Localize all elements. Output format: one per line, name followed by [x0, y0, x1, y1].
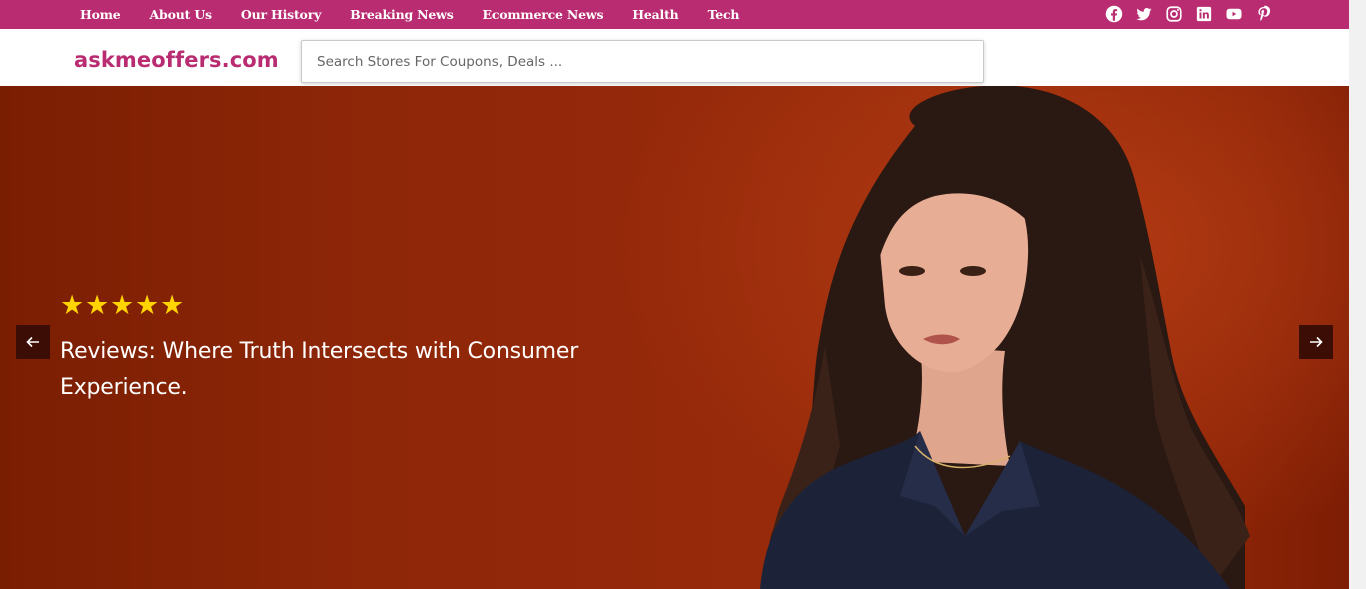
nav-breaking-news-link[interactable]: Breaking News: [350, 7, 454, 22]
hero-headline: Reviews: Where Truth Intersects with Con…: [60, 339, 579, 400]
nav-about-us-link[interactable]: About Us: [150, 7, 213, 22]
hero-portrait-image: [760, 86, 1250, 589]
nav-tech-link[interactable]: Tech: [708, 7, 740, 22]
site-logo[interactable]: askmeoffers.com: [74, 48, 279, 72]
slider-next-button[interactable]: [1299, 325, 1333, 359]
star-icon: ★: [110, 290, 135, 321]
slider-prev-button[interactable]: [16, 325, 50, 359]
nav-home-link[interactable]: Home: [80, 7, 121, 22]
linkedin-icon[interactable]: [1195, 5, 1213, 23]
nav-our-history-link[interactable]: Our History: [241, 7, 321, 22]
page-scrollbar[interactable]: [1349, 0, 1366, 589]
pinterest-icon[interactable]: [1255, 5, 1273, 23]
main-menu: Home About Us Our History Breaking News …: [80, 7, 768, 22]
nav-health-link[interactable]: Health: [632, 7, 678, 22]
star-icon: ★: [135, 290, 160, 321]
arrow-left-icon: [26, 336, 39, 348]
search-input[interactable]: [301, 40, 984, 83]
facebook-icon[interactable]: [1105, 5, 1123, 23]
site-header: askmeoffers.com: [0, 29, 1349, 86]
star-icon: ★: [160, 290, 185, 321]
hero-slider: ★ ★ ★ ★ ★ Reviews: Where Truth Intersect…: [0, 86, 1349, 589]
twitter-icon[interactable]: [1135, 5, 1153, 23]
top-nav-bar: Home About Us Our History Breaking News …: [0, 0, 1349, 29]
social-links: [1105, 5, 1285, 23]
nav-ecommerce-news-link[interactable]: Ecommerce News: [483, 7, 604, 22]
instagram-icon[interactable]: [1165, 5, 1183, 23]
star-icon: ★: [60, 290, 85, 321]
youtube-icon[interactable]: [1225, 5, 1243, 23]
star-icon: ★: [85, 290, 110, 321]
arrow-right-icon: [1310, 336, 1323, 348]
rating-stars: ★ ★ ★ ★ ★: [60, 291, 185, 321]
